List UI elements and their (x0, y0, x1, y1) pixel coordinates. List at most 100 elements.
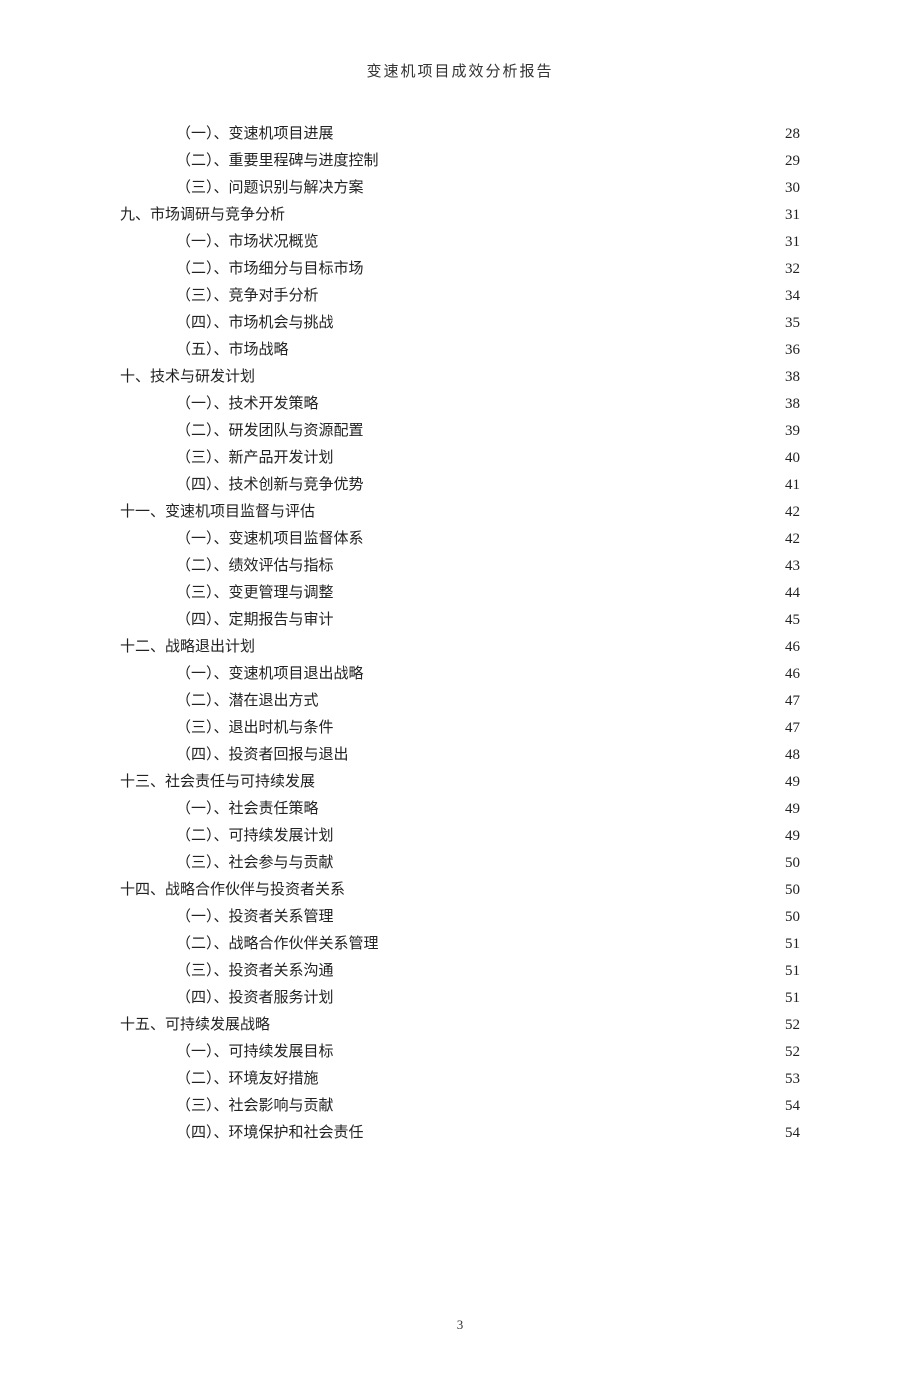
toc-entry: （一）、技术开发策略38 (120, 391, 800, 418)
toc-entry: （一）、可持续发展目标52 (120, 1039, 800, 1066)
toc-entry-page: 47 (785, 715, 800, 742)
toc-entry-label: 十一、变速机项目监督与评估 (120, 499, 315, 526)
toc-entry: （二）、绩效评估与指标43 (120, 553, 800, 580)
toc-entry-label: （三）、变更管理与调整 (176, 580, 334, 607)
toc-leader-dots (336, 555, 783, 570)
toc-leader-dots (366, 474, 783, 489)
toc-entry-label: （三）、问题识别与解决方案 (176, 175, 364, 202)
toc-entry-page: 34 (785, 283, 800, 310)
toc-entry-label: （四）、环境保护和社会责任 (176, 1120, 364, 1147)
toc-entry-page: 41 (785, 472, 800, 499)
toc-entry-label: （四）、投资者服务计划 (176, 985, 334, 1012)
toc-leader-dots (321, 798, 783, 813)
toc-entry: （三）、社会参与与贡献 50 (120, 850, 800, 877)
toc-entry-label: （二）、可持续发展计划 (176, 823, 334, 850)
toc-entry-label: （三）、竞争对手分析 (176, 283, 319, 310)
toc-leader-dots (257, 636, 783, 651)
toc-entry: （二）、研发团队与资源配置39 (120, 418, 800, 445)
toc-entry-page: 51 (785, 931, 800, 958)
toc-leader-dots (321, 231, 783, 246)
toc-leader-dots (336, 852, 783, 867)
toc-entry: （四）、投资者服务计划51 (120, 985, 800, 1012)
toc-leader-dots (336, 1095, 783, 1110)
toc-entry-page: 40 (785, 445, 800, 472)
toc-entry-label: 十、技术与研发计划 (120, 364, 255, 391)
toc-leader-dots (381, 933, 783, 948)
toc-leader-dots (336, 123, 783, 138)
toc-leader-dots (321, 690, 783, 705)
toc-leader-dots (347, 879, 783, 894)
toc-entry: （二）、战略合作伙伴关系管理 51 (120, 931, 800, 958)
toc-leader-dots (287, 204, 783, 219)
toc-entry-page: 35 (785, 310, 800, 337)
toc-entry-page: 31 (785, 229, 800, 256)
toc-leader-dots (336, 717, 783, 732)
toc-leader-dots (366, 663, 783, 678)
toc-leader-dots (321, 393, 783, 408)
toc-entry-label: （一）、变速机项目退出战略 (176, 661, 364, 688)
toc-entry: 十三、社会责任与可持续发展49 (120, 769, 800, 796)
toc-entry-page: 46 (785, 661, 800, 688)
toc-entry: （三）、社会影响与贡献54 (120, 1093, 800, 1120)
toc-leader-dots (366, 1122, 783, 1137)
toc-entry: 十二、战略退出计划46 (120, 634, 800, 661)
toc-leader-dots (336, 825, 783, 840)
toc-leader-dots (366, 528, 783, 543)
toc-entry: 十四、战略合作伙伴与投资者关系50 (120, 877, 800, 904)
toc-entry-label: （一）、可持续发展目标 (176, 1039, 334, 1066)
toc-leader-dots (336, 1041, 783, 1056)
toc-entry-page: 43 (785, 553, 800, 580)
toc-entry-label: （四）、定期报告与审计 (176, 607, 334, 634)
toc-entry-page: 50 (785, 850, 800, 877)
toc-entry-page: 28 (785, 121, 800, 148)
toc-entry-label: （一）、社会责任策略 (176, 796, 319, 823)
toc-entry: （二）、重要里程碑与进度控制29 (120, 148, 800, 175)
toc-leader-dots (366, 177, 783, 192)
toc-entry: （四）、投资者回报与退出48 (120, 742, 800, 769)
toc-entry-page: 31 (785, 202, 800, 229)
toc-entry-label: （四）、技术创新与竞争优势 (176, 472, 364, 499)
toc-leader-dots (336, 312, 783, 327)
toc-entry-page: 48 (785, 742, 800, 769)
toc-entry-page: 36 (785, 337, 800, 364)
toc-leader-dots (336, 447, 783, 462)
toc-entry-page: 50 (785, 877, 800, 904)
toc-entry-page: 49 (785, 796, 800, 823)
toc-entry-label: （二）、重要里程碑与进度控制 (176, 148, 379, 175)
toc-entry-page: 54 (785, 1093, 800, 1120)
toc-entry-label: （二）、战略合作伙伴关系管理 (176, 931, 379, 958)
toc-leader-dots (336, 609, 783, 624)
toc-entry-page: 51 (785, 958, 800, 985)
toc-leader-dots (321, 285, 783, 300)
toc-leader-dots (336, 987, 783, 1002)
toc-entry: （一）、变速机项目监督体系 42 (120, 526, 800, 553)
toc-entry-label: （二）、环境友好措施 (176, 1066, 319, 1093)
toc-entry: （二）、潜在退出方式47 (120, 688, 800, 715)
toc-entry: （四）、环境保护和社会责任54 (120, 1120, 800, 1147)
toc-entry-label: （三）、投资者关系沟通 (176, 958, 334, 985)
toc-entry-label: （三）、社会参与与贡献 (176, 850, 334, 877)
toc-entry-label: （一）、变速机项目监督体系 (176, 526, 364, 553)
toc-leader-dots (336, 960, 783, 975)
toc-entry-page: 50 (785, 904, 800, 931)
toc-entry: 十、技术与研发计划38 (120, 364, 800, 391)
toc-entry: （三）、新产品开发计划40 (120, 445, 800, 472)
toc-entry: （二）、可持续发展计划49 (120, 823, 800, 850)
toc-entry-page: 45 (785, 607, 800, 634)
toc-entry: （一）、变速机项目进展 28 (120, 121, 800, 148)
toc-entry: （三）、退出时机与条件47 (120, 715, 800, 742)
toc-entry: （五）、市场战略 36 (120, 337, 800, 364)
toc-entry: （三）、竞争对手分析 34 (120, 283, 800, 310)
toc-entry-page: 32 (785, 256, 800, 283)
toc-entry-label: 十五、可持续发展战略 (120, 1012, 270, 1039)
toc-entry-label: 十二、战略退出计划 (120, 634, 255, 661)
toc-entry-page: 42 (785, 526, 800, 553)
toc-leader-dots (317, 771, 783, 786)
toc-entry-page: 44 (785, 580, 800, 607)
toc-entry: （一）、社会责任策略 49 (120, 796, 800, 823)
toc-entry-label: （一）、变速机项目进展 (176, 121, 334, 148)
toc-entry: 十五、可持续发展战略52 (120, 1012, 800, 1039)
toc-leader-dots (366, 420, 783, 435)
toc-leader-dots (366, 258, 783, 273)
toc-entry-label: （五）、市场战略 (176, 337, 289, 364)
